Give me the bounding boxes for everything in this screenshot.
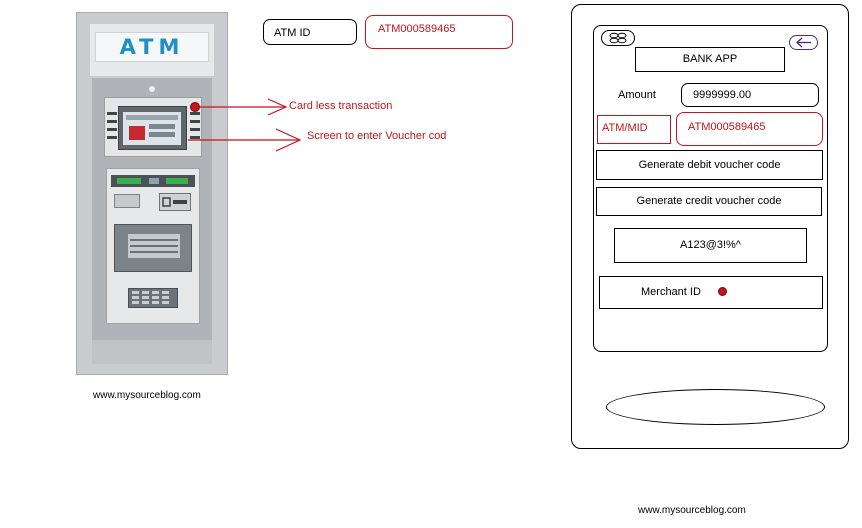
back-arrow-icon[interactable] (789, 35, 818, 50)
generate-debit-voucher-button[interactable]: Generate debit voucher code (596, 150, 823, 180)
amount-label: Amount (618, 89, 656, 101)
merchant-id-label: Merchant ID (641, 286, 701, 298)
app-title: BANK APP (635, 47, 785, 72)
atm-id-label: ATM ID (263, 19, 357, 45)
voucher-screen-callout: Screen to enter Voucher cod (307, 130, 447, 142)
phone-home-button[interactable] (606, 389, 825, 425)
voucher-code-display: A123@3!%^ (614, 228, 807, 263)
amount-input[interactable]: 9999999.00 (681, 83, 819, 107)
atm-id-value: ATM000589465 (365, 15, 513, 49)
card-less-callout: Card less transaction (289, 100, 393, 112)
atm-mid-label: ATM/MID (597, 115, 671, 144)
merchant-marker (718, 287, 727, 296)
generate-credit-voucher-button[interactable]: Generate credit voucher code (596, 187, 822, 216)
menu-icon-graphic (609, 32, 627, 44)
merchant-id-row[interactable] (599, 276, 823, 309)
phone-website: www.mysourceblog.com (638, 505, 746, 516)
atm-mid-input[interactable]: ATM000589465 (676, 112, 823, 146)
menu-icon[interactable] (601, 30, 635, 46)
back-arrow-graphic (796, 37, 811, 48)
atm-website: www.mysourceblog.com (93, 390, 201, 401)
